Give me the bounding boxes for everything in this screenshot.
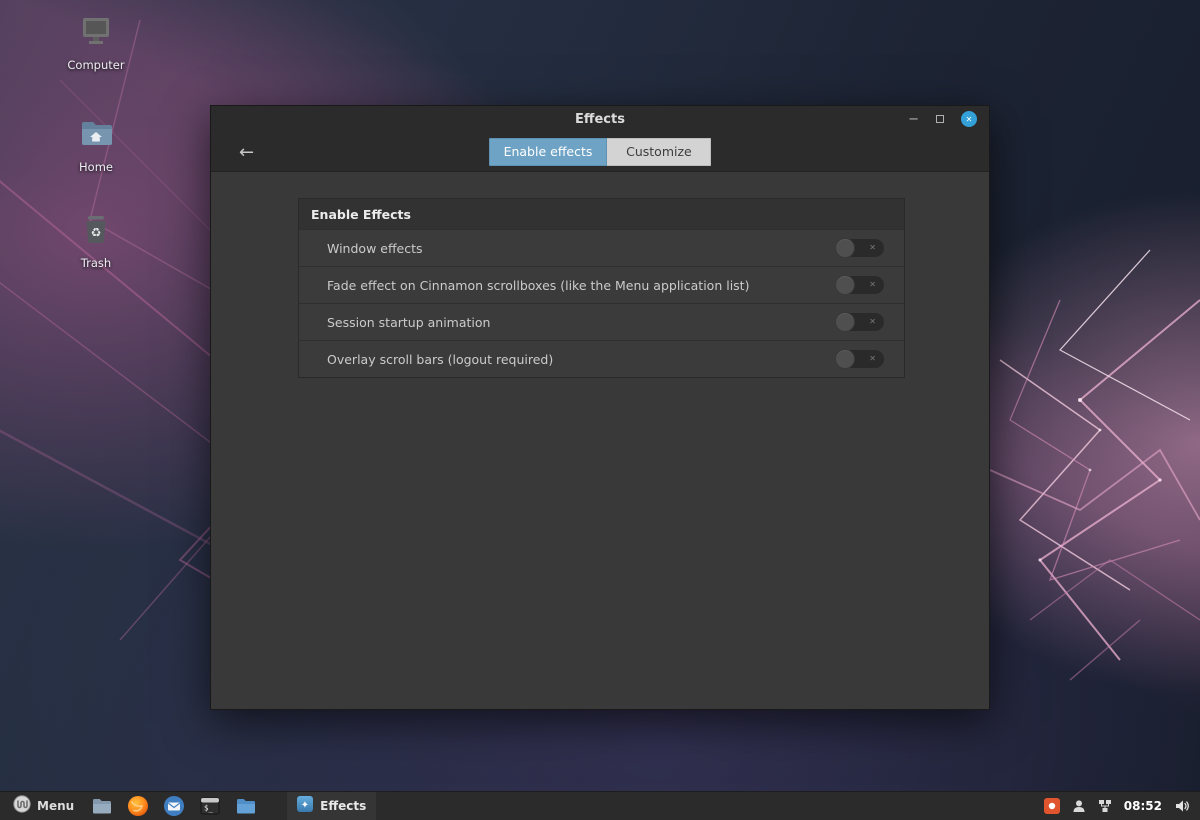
toggle-fade-scrollboxes[interactable]: ✕: [836, 276, 884, 294]
toggle-window-effects[interactable]: ✕: [836, 239, 884, 257]
system-tray: 08:52: [1044, 798, 1194, 814]
computer-icon: [76, 12, 116, 56]
file-manager-launcher-icon[interactable]: [91, 795, 113, 817]
svg-text:✦: ✦: [301, 800, 309, 811]
menu-button[interactable]: Menu: [6, 792, 81, 820]
window-titlebar[interactable]: Effects − ✕: [211, 106, 989, 132]
effects-app-icon: ✦: [297, 796, 313, 816]
toggle-off-icon: ✕: [869, 355, 876, 363]
terminal-launcher-icon[interactable]: $_: [199, 795, 221, 817]
view-switcher: Enable effects Customize: [489, 138, 712, 166]
toggle-knob: [835, 275, 855, 295]
desktop-icon-home[interactable]: Home: [54, 114, 138, 174]
enable-effects-section: Enable Effects Window effects ✕ Fade eff…: [298, 198, 905, 378]
folder-launcher-icon[interactable]: [235, 795, 257, 817]
svg-text:$_: $_: [204, 804, 214, 813]
settings-row-window-effects: Window effects ✕: [299, 229, 904, 266]
toggle-off-icon: ✕: [869, 244, 876, 252]
settings-row-overlay-scrollbars: Overlay scroll bars (logout required) ✕: [299, 340, 904, 377]
toggle-knob: [835, 238, 855, 258]
section-title: Enable Effects: [299, 199, 904, 229]
minimize-button[interactable]: −: [908, 113, 919, 126]
restore-button[interactable]: [936, 115, 944, 123]
window-title: Effects: [211, 106, 989, 132]
close-button[interactable]: ✕: [961, 111, 977, 127]
setting-label: Fade effect on Cinnamon scrollboxes (lik…: [327, 278, 749, 293]
setting-label: Session startup animation: [327, 315, 490, 330]
taskbar: Menu $_ ✦ Effects 08: [0, 791, 1200, 820]
desktop-icon-label: Home: [54, 160, 138, 174]
settings-row-session-startup-animation: Session startup animation ✕: [299, 303, 904, 340]
window-toolbar: ← Enable effects Customize: [211, 132, 989, 172]
network-applet-icon[interactable]: [1098, 799, 1112, 813]
volume-applet-icon[interactable]: [1174, 798, 1190, 814]
setting-label: Overlay scroll bars (logout required): [327, 352, 553, 367]
desktop-icon-label: Computer: [54, 58, 138, 72]
window-content: Enable Effects Window effects ✕ Fade eff…: [211, 172, 989, 709]
back-button[interactable]: ←: [231, 132, 262, 172]
desktop-icon-trash[interactable]: ♻ Trash: [54, 210, 138, 270]
trash-icon: ♻: [76, 210, 116, 254]
toggle-overlay-scrollbars[interactable]: ✕: [836, 350, 884, 368]
svg-text:♻: ♻: [91, 226, 102, 240]
launcher-group: $_: [91, 795, 257, 817]
tab-customize[interactable]: Customize: [607, 138, 711, 166]
mint-menu-icon: [13, 795, 31, 817]
taskbar-window-button-effects[interactable]: ✦ Effects: [287, 792, 376, 820]
toggle-knob: [835, 349, 855, 369]
toggle-off-icon: ✕: [869, 281, 876, 289]
toggle-knob: [835, 312, 855, 332]
firefox-launcher-icon[interactable]: [127, 795, 149, 817]
user-applet-icon[interactable]: [1072, 799, 1086, 813]
clock[interactable]: 08:52: [1124, 799, 1162, 813]
desktop-icon-computer[interactable]: Computer: [54, 12, 138, 72]
settings-row-fade-scrollboxes: Fade effect on Cinnamon scrollboxes (lik…: [299, 266, 904, 303]
desktop-icon-label: Trash: [54, 256, 138, 270]
effects-window: Effects − ✕ ← Enable effects Customize E…: [210, 105, 990, 710]
toggle-session-startup-animation[interactable]: ✕: [836, 313, 884, 331]
tab-enable-effects[interactable]: Enable effects: [489, 138, 608, 166]
menu-label: Menu: [37, 799, 74, 813]
setting-label: Window effects: [327, 241, 423, 256]
taskbar-window-label: Effects: [320, 799, 366, 813]
toggle-off-icon: ✕: [869, 318, 876, 326]
update-manager-tray-icon[interactable]: [1044, 798, 1060, 814]
mail-launcher-icon[interactable]: [163, 795, 185, 817]
home-folder-icon: [76, 114, 116, 158]
